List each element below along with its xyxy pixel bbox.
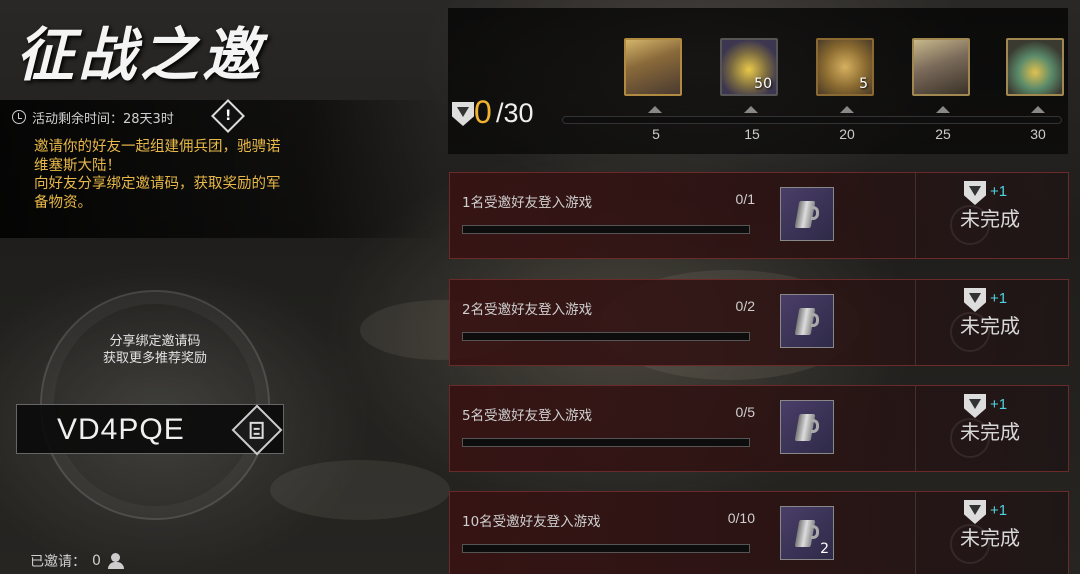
invited-counter: 已邀请： 0 bbox=[30, 551, 125, 571]
friends-icon[interactable] bbox=[107, 553, 125, 569]
exclamation-icon: ! bbox=[224, 107, 232, 124]
task-count: 0/10 bbox=[727, 510, 755, 526]
divider bbox=[915, 280, 916, 365]
milestone-marker bbox=[648, 106, 662, 113]
share-line: 分享绑定邀请码 bbox=[109, 334, 201, 349]
divider bbox=[915, 173, 916, 258]
milestone-value: 25 bbox=[935, 126, 951, 142]
task-reward-item[interactable] bbox=[780, 294, 834, 348]
reward-qty: 2 bbox=[820, 541, 829, 557]
share-prompt: 分享绑定邀请码 获取更多推荐奖励 bbox=[60, 333, 250, 367]
share-line: 获取更多推荐奖励 bbox=[102, 351, 207, 366]
points-current: 0 bbox=[474, 94, 492, 130]
description-line: 备物资。 bbox=[34, 194, 92, 211]
page-title: 征战之邀 bbox=[16, 21, 265, 89]
points-max: /30 bbox=[496, 98, 534, 128]
task-count: 0/2 bbox=[735, 298, 755, 314]
task-count: 0/1 bbox=[735, 191, 755, 207]
reward-qty: 50 bbox=[754, 76, 772, 92]
map-decoration bbox=[270, 460, 450, 520]
reward-slot-hero-portrait-blonde[interactable] bbox=[624, 38, 682, 96]
progress-track bbox=[562, 116, 1062, 124]
event-description: 邀请你的好友一起组建佣兵团，驰骋诺 维塞斯大陆！ 向好友分享绑定邀请码，获取奖励… bbox=[34, 138, 334, 212]
task-label: 10名受邀好友登入游戏 bbox=[462, 514, 601, 530]
task-status: 未完成 bbox=[960, 420, 1020, 444]
reward-qty: 5 bbox=[859, 76, 868, 92]
document-icon bbox=[250, 421, 264, 439]
task-progress-bar bbox=[462, 332, 750, 341]
milestone-marker bbox=[1031, 106, 1045, 113]
invite-code-box: VD4PQE bbox=[16, 404, 284, 456]
task-reward-item[interactable] bbox=[780, 400, 834, 454]
copy-code-button[interactable] bbox=[231, 404, 283, 456]
badge-shield-icon bbox=[964, 181, 986, 205]
milestone-value: 30 bbox=[1030, 126, 1046, 142]
task-points: +1 bbox=[990, 290, 1008, 307]
milestone-marker bbox=[936, 106, 950, 113]
task-points: +1 bbox=[990, 183, 1008, 200]
task-row: 1名受邀好友登入游戏 0/1 +1 未完成 bbox=[449, 172, 1069, 259]
tankard-icon bbox=[794, 411, 819, 443]
description-line: 向好友分享绑定邀请码，获取奖励的军 bbox=[34, 176, 281, 192]
task-points: +1 bbox=[990, 502, 1008, 519]
task-count: 0/5 bbox=[735, 404, 755, 420]
task-label: 1名受邀好友登入游戏 bbox=[462, 195, 593, 211]
task-status: 未完成 bbox=[960, 314, 1020, 338]
task-reward-item[interactable] bbox=[780, 187, 834, 241]
timer-text: 活动剩余时间：28天3时 bbox=[32, 111, 174, 127]
reward-slot-treasure-pile[interactable] bbox=[1006, 38, 1064, 96]
reward-slot-gold-coins-chest[interactable]: 50 bbox=[720, 38, 778, 96]
task-progress-bar bbox=[462, 438, 750, 447]
task-points: +1 bbox=[990, 396, 1008, 413]
task-row: 10名受邀好友登入游戏 0/10 2 +1 未完成 bbox=[449, 491, 1069, 574]
event-timer: 活动剩余时间：28天3时 bbox=[12, 106, 174, 128]
invited-count: 0 bbox=[92, 553, 101, 569]
task-status: 未完成 bbox=[960, 526, 1020, 550]
task-status: 未完成 bbox=[960, 207, 1020, 231]
milestone-marker bbox=[744, 106, 758, 113]
task-reward-item[interactable]: 2 bbox=[780, 506, 834, 560]
badge-shield-icon bbox=[964, 394, 986, 418]
badge-shield-icon bbox=[964, 500, 986, 524]
divider bbox=[915, 492, 916, 574]
badge-shield-icon bbox=[964, 288, 986, 312]
reward-slot-hero-portrait-silver[interactable] bbox=[912, 38, 970, 96]
tankard-icon bbox=[794, 517, 819, 549]
invite-code[interactable]: VD4PQE bbox=[57, 413, 185, 447]
divider bbox=[915, 386, 916, 471]
milestone-value: 20 bbox=[839, 126, 855, 142]
description-line: 邀请你的好友一起组建佣兵团，驰骋诺 bbox=[34, 139, 281, 155]
tankard-icon bbox=[794, 305, 819, 337]
milestone-value: 15 bbox=[744, 126, 760, 142]
clock-icon bbox=[12, 110, 26, 124]
task-label: 5名受邀好友登入游戏 bbox=[462, 408, 593, 424]
task-progress-bar bbox=[462, 225, 750, 234]
description-line: 维塞斯大陆！ bbox=[34, 157, 121, 174]
task-progress-bar bbox=[462, 544, 750, 553]
milestone-value: 5 bbox=[652, 126, 660, 142]
task-label: 2名受邀好友登入游戏 bbox=[462, 302, 593, 318]
task-row: 5名受邀好友登入游戏 0/5 +1 未完成 bbox=[449, 385, 1069, 472]
tankard-icon bbox=[794, 198, 819, 230]
milestone-marker bbox=[840, 106, 854, 113]
reward-slot-gold-medallion[interactable]: 5 bbox=[816, 38, 874, 96]
invited-label: 已邀请： bbox=[30, 554, 86, 570]
task-row: 2名受邀好友登入游戏 0/2 +1 未完成 bbox=[449, 279, 1069, 366]
